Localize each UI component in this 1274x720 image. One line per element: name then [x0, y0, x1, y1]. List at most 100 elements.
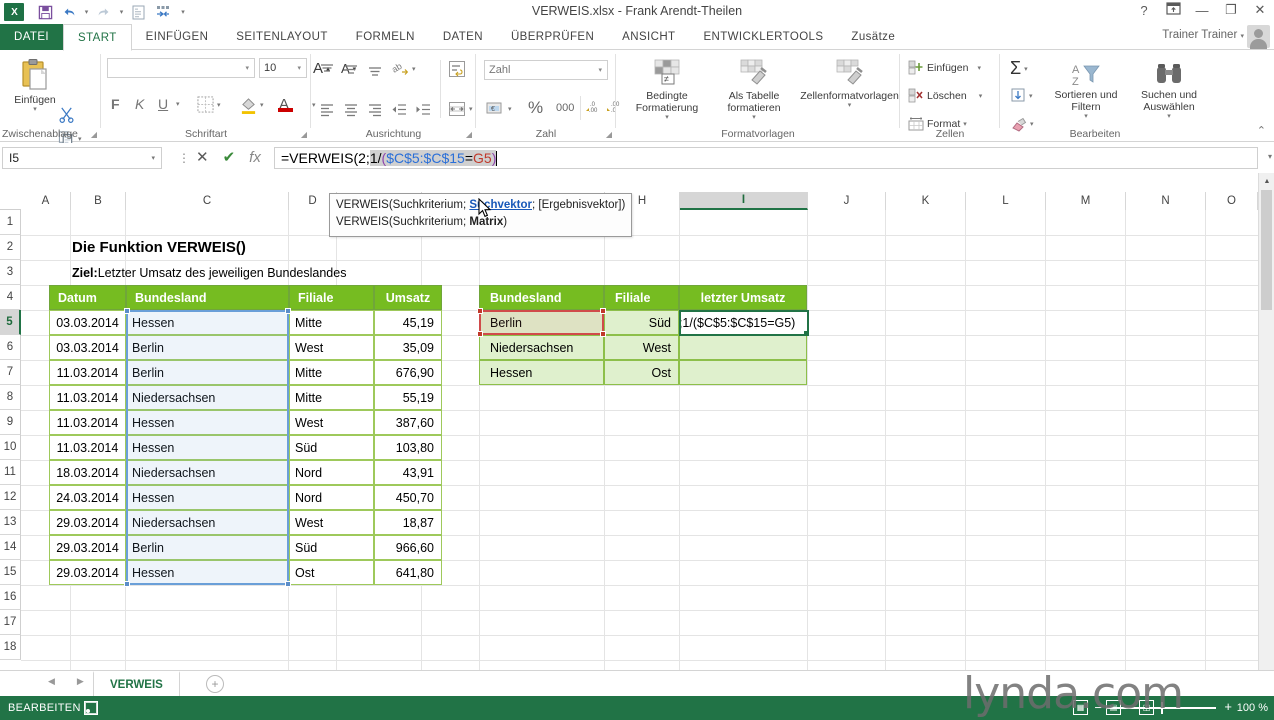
cell-C7[interactable]: Berlin [126, 360, 289, 385]
cell-B8[interactable]: 11.03.2014 [49, 385, 126, 410]
tab-entwicklertools[interactable]: ENTWICKLERTOOLS [689, 24, 837, 50]
tab-datei[interactable]: DATEI [0, 24, 64, 50]
tab-daten[interactable]: DATEN [429, 24, 497, 50]
align-top-button[interactable] [319, 62, 335, 78]
cell-G6[interactable]: Niedersachsen [479, 335, 604, 360]
number-format-caret-icon[interactable]: ▾ [595, 66, 605, 74]
cell-B10[interactable]: 11.03.2014 [49, 435, 126, 460]
row-header-8[interactable]: 8 [0, 385, 21, 410]
currency-button[interactable]: € ▾ [486, 100, 512, 117]
row-header-11[interactable]: 11 [0, 460, 21, 485]
cell-D15[interactable]: Ost [289, 560, 374, 585]
fill-handle[interactable] [804, 331, 807, 334]
row-header-7[interactable]: 7 [0, 360, 21, 385]
zoom-level[interactable]: 100 % [1237, 702, 1268, 714]
cell-B7[interactable]: 11.03.2014 [49, 360, 126, 385]
tab-einfuegen[interactable]: EINFÜGEN [132, 24, 223, 50]
minimize-icon[interactable]: — [1194, 3, 1210, 18]
normal-view-icon[interactable]: ▦ [1073, 700, 1088, 715]
cell-D13[interactable]: West [289, 510, 374, 535]
autosum-button[interactable]: Σ ▾ [1010, 58, 1028, 79]
cell-B13[interactable]: 29.03.2014 [49, 510, 126, 535]
conditional-formatting-button[interactable]: ≠ Bedingte Formatierung ▾ [628, 58, 706, 122]
orientation-button[interactable]: ab ▾ [391, 60, 416, 78]
cell-B9[interactable]: 11.03.2014 [49, 410, 126, 435]
cell-C5[interactable]: Hessen [126, 310, 289, 335]
cell-E14[interactable]: 966,60 [374, 535, 442, 560]
cell-E15[interactable]: 641,80 [374, 560, 442, 585]
record-macro-icon[interactable] [84, 701, 98, 715]
align-middle-button[interactable] [343, 62, 359, 78]
row-header-10[interactable]: 10 [0, 435, 21, 460]
fill-color-button[interactable]: ▾ [240, 96, 264, 114]
row-header-17[interactable]: 17 [0, 610, 21, 635]
cell-B12[interactable]: 24.03.2014 [49, 485, 126, 510]
account-name[interactable]: Trainer Trainer ▾ [1162, 29, 1244, 41]
column-header-I[interactable]: I [680, 192, 808, 210]
font-name-combo[interactable]: ▾ [107, 58, 255, 78]
delete-cells-button[interactable]: Löschen ▾ [908, 88, 982, 104]
thousands-button[interactable]: 000 [556, 102, 574, 114]
font-name-caret-icon[interactable]: ▾ [242, 64, 252, 72]
column-header-C[interactable]: C [126, 192, 289, 210]
column-header-A[interactable]: A [21, 192, 71, 210]
ribbon-display-options-icon[interactable] [1165, 2, 1181, 18]
cell-B14[interactable]: 29.03.2014 [49, 535, 126, 560]
cell-B11[interactable]: 18.03.2014 [49, 460, 126, 485]
sheet-next-icon[interactable]: ▶ [77, 676, 84, 687]
insert-function-icon[interactable]: fx [249, 149, 261, 166]
find-select-button[interactable]: Suchen und Auswählen ▾ [1130, 62, 1208, 121]
cell-E13[interactable]: 18,87 [374, 510, 442, 535]
cell-B5[interactable]: 03.03.2014 [49, 310, 126, 335]
borders-button[interactable]: ▾ [197, 96, 221, 113]
align-right-button[interactable] [367, 102, 383, 118]
cell-C9[interactable]: Hessen [126, 410, 289, 435]
align-left-button[interactable] [319, 102, 335, 118]
add-sheet-icon[interactable]: + [206, 675, 224, 693]
merge-cells-button[interactable]: ▾ [448, 100, 473, 118]
row-header-18[interactable]: 18 [0, 635, 21, 660]
cell-D10[interactable]: Süd [289, 435, 374, 460]
cell-E6[interactable]: 35,09 [374, 335, 442, 360]
underline-button[interactable]: U [158, 96, 168, 112]
align-bottom-button[interactable] [367, 62, 383, 78]
cell-H7[interactable]: Ost [604, 360, 679, 385]
cell-D7[interactable]: Mitte [289, 360, 374, 385]
column-header-L[interactable]: L [966, 192, 1046, 210]
alignment-dialog-launcher[interactable]: ◢ [466, 130, 472, 139]
align-center-button[interactable] [343, 102, 359, 118]
number-format-combo[interactable]: Zahl ▾ [484, 60, 608, 80]
row-header-3[interactable]: 3 [0, 260, 21, 285]
fill-button[interactable]: ▾ [1010, 88, 1033, 104]
cell-D6[interactable]: West [289, 335, 374, 360]
scroll-up-arrow-icon[interactable]: ▲ [1259, 173, 1274, 189]
cell-C10[interactable]: Hessen [126, 435, 289, 460]
cell-C13[interactable]: Niedersachsen [126, 510, 289, 535]
tab-zusaetze[interactable]: Zusätze [837, 24, 909, 50]
row-header-2[interactable]: 2 [0, 235, 21, 260]
cell-C6[interactable]: Berlin [126, 335, 289, 360]
active-cell-I5[interactable]: 2;1/($C$5:$C$15=G5) [679, 310, 809, 336]
row-header-5[interactable]: 5 [0, 310, 21, 335]
cell-styles-button[interactable]: Zellenformatvorlagen ▾ [800, 58, 899, 110]
name-box-caret-icon[interactable]: ▾ [147, 154, 159, 162]
tab-seitenlayout[interactable]: SEITENLAYOUT [222, 24, 342, 50]
percent-button[interactable]: % [528, 98, 543, 118]
cell-B6[interactable]: 03.03.2014 [49, 335, 126, 360]
row-header-12[interactable]: 12 [0, 485, 21, 510]
cell-D11[interactable]: Nord [289, 460, 374, 485]
wrap-text-button[interactable] [448, 60, 466, 78]
cell-D12[interactable]: Nord [289, 485, 374, 510]
enter-formula-icon[interactable]: ✔ [223, 148, 236, 166]
cell-C11[interactable]: Niedersachsen [126, 460, 289, 485]
paste-button[interactable]: Einfügen ▾ [6, 58, 64, 114]
cell-E7[interactable]: 676,90 [374, 360, 442, 385]
tab-ueberpruefen[interactable]: ÜBERPRÜFEN [497, 24, 608, 50]
sheet-prev-icon[interactable]: ◀ [48, 676, 55, 687]
cell-B15[interactable]: 29.03.2014 [49, 560, 126, 585]
font-size-caret-icon[interactable]: ▾ [294, 64, 304, 72]
column-header-B[interactable]: B [71, 192, 126, 210]
row-header-15[interactable]: 15 [0, 560, 21, 585]
bold-button[interactable]: F [111, 96, 120, 112]
restore-icon[interactable]: ❐ [1223, 2, 1239, 18]
